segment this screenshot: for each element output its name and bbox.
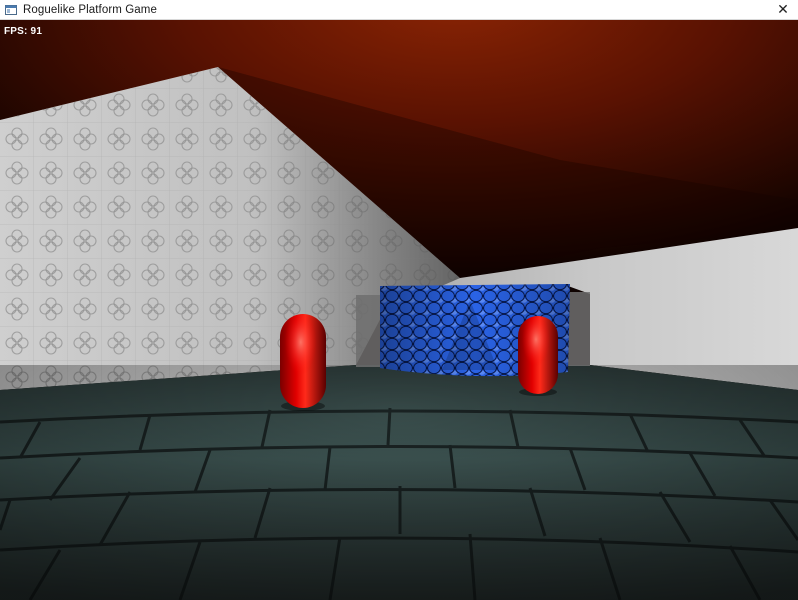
title-bar[interactable]: Roguelike Platform Game ✕: [0, 0, 798, 20]
close-button[interactable]: ✕: [768, 0, 798, 19]
window-title: Roguelike Platform Game: [23, 3, 157, 16]
red-capsule-right[interactable]: [518, 316, 558, 396]
back-shadow-right: [566, 292, 590, 366]
window-icon: [5, 4, 17, 15]
game-scene[interactable]: [0, 20, 798, 600]
game-viewport[interactable]: FPS: 91: [0, 20, 798, 600]
red-capsule-left[interactable]: [280, 314, 326, 411]
close-icon: ✕: [777, 1, 789, 17]
floor-vignette: [0, 365, 798, 600]
fps-counter: FPS: 91: [4, 26, 43, 37]
back-shadow-left: [356, 295, 382, 367]
game-window: Roguelike Platform Game ✕ FPS: 91: [0, 0, 798, 600]
